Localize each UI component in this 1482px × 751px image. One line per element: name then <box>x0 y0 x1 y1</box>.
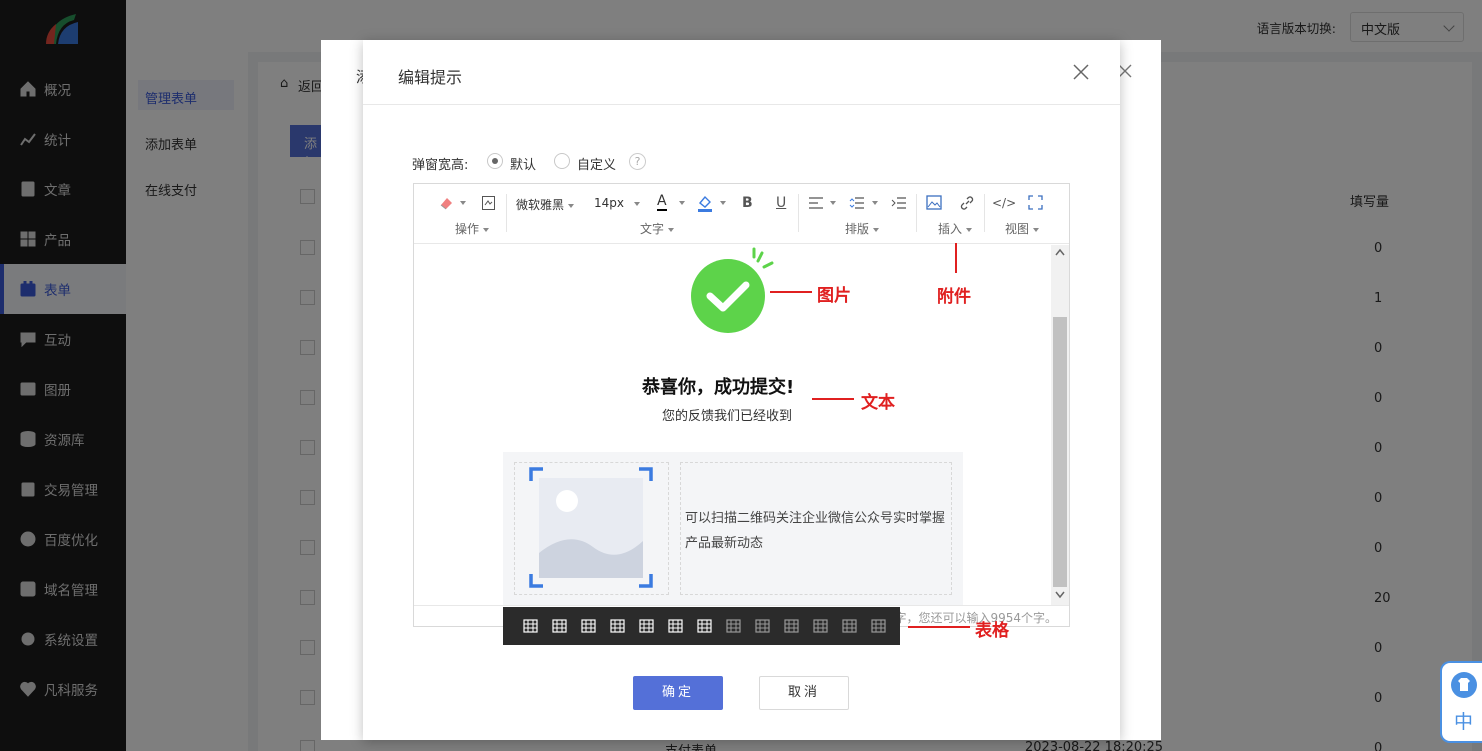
image-placeholder-icon <box>529 467 653 588</box>
table-tool-icon[interactable] <box>552 619 567 633</box>
popup-size-label: 弹窗宽高: <box>412 158 469 173</box>
line-height-icon[interactable] <box>849 196 865 210</box>
float-widget-label: 中 <box>1454 711 1474 733</box>
success-check-icon <box>691 247 774 333</box>
radio-custom-label: 自定义 <box>577 158 617 173</box>
font-family-select[interactable]: 微软雅黑 <box>516 196 575 213</box>
toolbar-caption-view[interactable]: 视图 <box>1005 220 1040 237</box>
radio-default-label: 默认 <box>510 158 537 173</box>
chevron-down-icon <box>568 203 575 208</box>
toolbar-caption-view-text: 视图 <box>1005 222 1030 236</box>
annotation-line <box>955 243 957 273</box>
qr-description: 可以扫描二维码关注企业微信公众号实时掌握产品最新动态 <box>685 511 946 551</box>
close-icon[interactable] <box>1118 64 1132 78</box>
insert-image-icon[interactable] <box>926 195 942 210</box>
chevron-down-icon[interactable] <box>460 201 466 205</box>
font-color-button[interactable]: A <box>657 193 667 211</box>
table-tool-icon[interactable] <box>755 619 770 633</box>
toolbar-divider <box>798 194 799 232</box>
table-tool-icon[interactable] <box>697 619 712 633</box>
table-tool-icon[interactable] <box>784 619 799 633</box>
annotation-attachment: 附件 <box>937 287 971 307</box>
table-tool-icon[interactable] <box>726 619 741 633</box>
chevron-down-icon[interactable] <box>830 201 836 205</box>
table-tool-icon[interactable] <box>523 619 538 633</box>
toolbar-divider <box>506 194 507 232</box>
toolbar-caption-layout-text: 排版 <box>845 222 870 236</box>
eraser-icon[interactable] <box>438 195 454 211</box>
table-tool-icon[interactable] <box>842 619 857 633</box>
chevron-down-icon <box>966 227 973 232</box>
chevron-down-icon <box>873 227 880 232</box>
table-tool-icon[interactable] <box>610 619 625 633</box>
align-icon[interactable] <box>808 196 824 210</box>
shirt-icon <box>1451 672 1477 698</box>
toolbar-caption-insert-text: 插入 <box>938 222 963 236</box>
table-tool-icon[interactable] <box>871 619 886 633</box>
chevron-down-icon <box>668 227 675 232</box>
editor-scrollbar[interactable] <box>1051 245 1069 605</box>
toolbar-caption-operate-text: 操作 <box>455 222 480 236</box>
chevron-down-icon[interactable] <box>720 201 726 205</box>
toolbar-caption-text[interactable]: 文字 <box>640 220 675 237</box>
success-title: 恭喜你，成功提交! <box>642 377 795 398</box>
table-tool-icon[interactable] <box>639 619 654 633</box>
table-tool-icon[interactable] <box>581 619 596 633</box>
help-icon[interactable]: ? <box>629 153 646 170</box>
annotation-text: 文本 <box>861 393 895 413</box>
table-tool-icon[interactable] <box>668 619 683 633</box>
qr-section: 可以扫描二维码关注企业微信公众号实时掌握产品最新动态 <box>503 452 963 605</box>
chevron-down-icon <box>1033 227 1040 232</box>
chevron-down-icon[interactable] <box>872 201 878 205</box>
table-toolbar <box>503 607 900 645</box>
confirm-button[interactable]: 确定 <box>633 676 723 710</box>
cancel-button[interactable]: 取消 <box>759 676 849 710</box>
annotation-line <box>812 398 854 400</box>
scrollbar-thumb[interactable] <box>1053 317 1067 587</box>
format-painter-icon[interactable] <box>481 195 496 211</box>
font-size-select[interactable]: 14px <box>594 196 640 210</box>
close-icon[interactable] <box>1071 62 1091 82</box>
rich-text-editor: 操作 微软雅黑 14px A B U 文字 排版 插入 </> 视图 恭喜你，成… <box>413 183 1070 627</box>
chevron-down-icon <box>634 201 640 206</box>
toolbar-caption-text-label: 文字 <box>640 222 665 236</box>
link-icon[interactable] <box>959 195 975 211</box>
annotation-line <box>908 626 970 628</box>
scroll-up-icon[interactable] <box>1055 248 1065 256</box>
indent-icon[interactable] <box>891 196 907 210</box>
toolbar-divider <box>916 194 917 232</box>
annotation-line <box>770 291 812 293</box>
editor-toolbar: 操作 微软雅黑 14px A B U 文字 排版 插入 </> 视图 <box>414 184 1069 244</box>
chevron-down-icon[interactable] <box>679 201 685 205</box>
toolbar-divider <box>984 194 985 232</box>
dialog-divider <box>363 104 1120 105</box>
toolbar-caption-operate[interactable]: 操作 <box>455 220 490 237</box>
floating-service-widget[interactable]: 中 <box>1440 661 1482 743</box>
toolbar-caption-insert[interactable]: 插入 <box>938 220 973 237</box>
annotation-image: 图片 <box>817 286 851 306</box>
dialog-title: 编辑提示 <box>398 68 463 87</box>
chevron-down-icon <box>483 227 490 232</box>
table-tool-icon[interactable] <box>813 619 828 633</box>
font-size-value: 14px <box>594 196 624 210</box>
toolbar-caption-layout[interactable]: 排版 <box>845 220 880 237</box>
fullscreen-icon[interactable] <box>1028 195 1043 210</box>
code-view-button[interactable]: </> <box>992 196 1016 210</box>
font-family-value: 微软雅黑 <box>516 198 565 212</box>
underline-button[interactable]: U <box>776 195 786 211</box>
annotation-table: 表格 <box>975 621 1009 641</box>
radio-custom[interactable] <box>554 153 570 169</box>
success-subtitle: 您的反馈我们已经收到 <box>662 409 793 424</box>
scroll-down-icon[interactable] <box>1055 591 1065 599</box>
background-color-icon[interactable] <box>697 194 713 212</box>
radio-default[interactable] <box>487 153 503 169</box>
bold-button[interactable]: B <box>742 195 753 211</box>
